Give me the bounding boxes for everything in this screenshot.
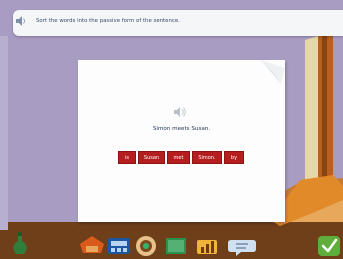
word-tile[interactable]: Simon.	[192, 151, 222, 164]
book-icon[interactable]	[166, 238, 186, 254]
calculator-icon[interactable]	[108, 238, 130, 254]
volume-icon[interactable]	[197, 240, 217, 254]
sentence-speaker-icon[interactable]	[173, 106, 187, 118]
word-tile[interactable]: met	[167, 151, 190, 164]
potion-icon[interactable]	[13, 232, 27, 254]
word-tile[interactable]: Susan	[138, 151, 165, 164]
instruction-speaker-icon[interactable]	[15, 15, 27, 27]
home-icon[interactable]	[80, 236, 104, 253]
word-tile[interactable]: by	[224, 151, 244, 164]
instruction-text: Sort the words into the passive form of …	[36, 18, 180, 24]
bottom-toolbar	[13, 232, 340, 256]
check-icon[interactable]	[318, 236, 340, 256]
dial-icon[interactable]	[136, 236, 156, 256]
word-tile[interactable]: is	[118, 151, 136, 164]
word-tiles: is Susan met Simon. by	[118, 151, 246, 164]
chat-icon[interactable]	[228, 240, 256, 256]
page-curl-corner	[261, 60, 285, 84]
instruction-bar: Sort the words into the passive form of …	[13, 10, 343, 36]
source-sentence: Simon meets Susan.	[152, 126, 211, 132]
exercise-card: Simon meets Susan. is Susan met Simon. b…	[78, 60, 285, 222]
